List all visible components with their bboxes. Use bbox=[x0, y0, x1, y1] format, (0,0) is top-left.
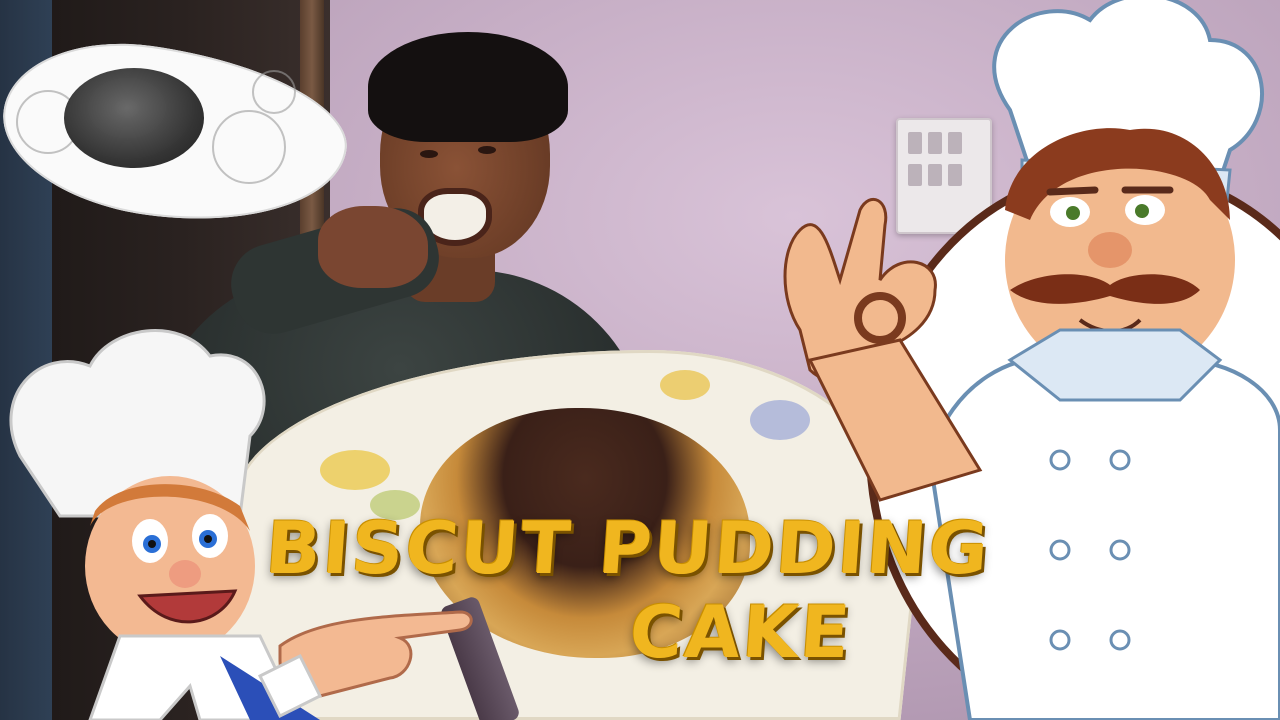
person-eye-right bbox=[478, 146, 496, 154]
chef-okay-gesture-icon bbox=[783, 0, 1280, 720]
thumbnail-background bbox=[0, 0, 1280, 720]
person-hand bbox=[318, 206, 428, 288]
cake-small bbox=[64, 68, 204, 168]
chef-pointing-icon bbox=[9, 329, 473, 720]
person-hair bbox=[368, 32, 568, 142]
person-eye-left bbox=[420, 150, 438, 158]
cake-plate-photo-small bbox=[0, 26, 358, 242]
